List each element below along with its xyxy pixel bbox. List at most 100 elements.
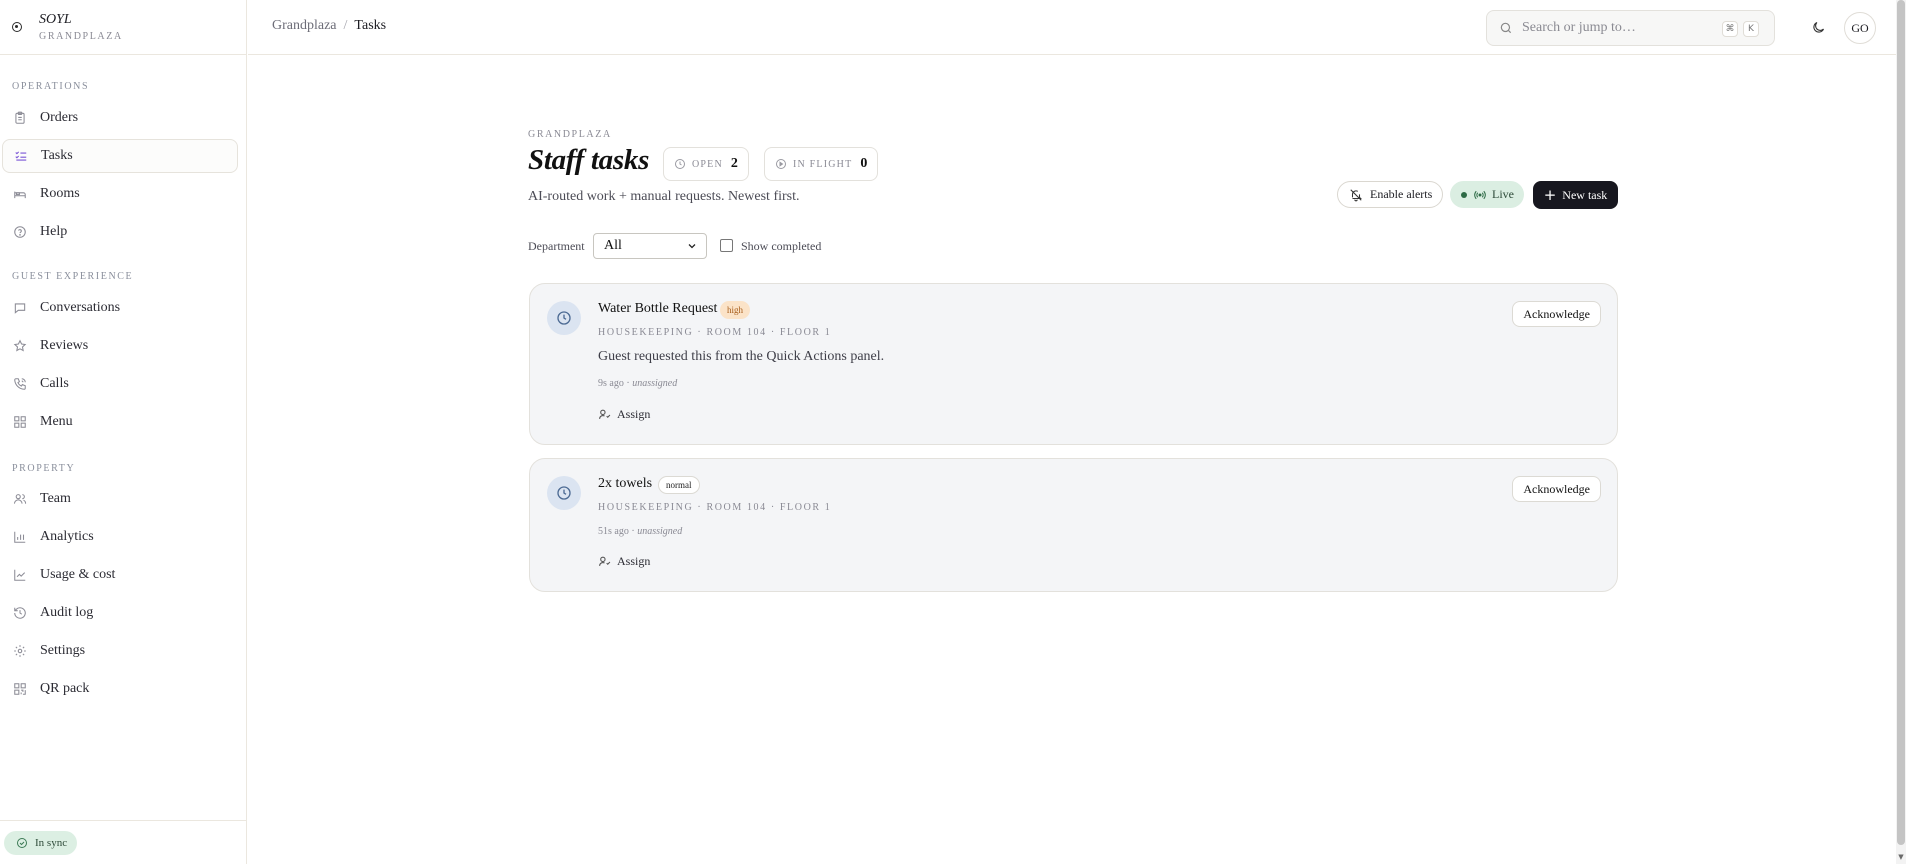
user-key-icon (598, 408, 611, 421)
phone-icon (12, 376, 28, 392)
gear-icon (12, 643, 28, 659)
breadcrumb-separator: / (343, 18, 348, 33)
chat-bubble-icon (12, 300, 28, 316)
moon-icon (1811, 20, 1826, 35)
task-assignee: unassigned (632, 378, 678, 389)
task-title: Water Bottle Request (598, 301, 718, 316)
new-task-button[interactable]: + New task (1533, 181, 1618, 209)
theme-toggle-button[interactable] (1807, 16, 1829, 38)
scroll-down-icon[interactable]: ▼ (1897, 852, 1905, 862)
sidebar-item-label: Analytics (40, 529, 94, 544)
clock-icon (547, 476, 581, 510)
department-filter-label: Department (528, 239, 585, 253)
user-key-icon (598, 555, 611, 568)
sidebar-item-qr-pack[interactable]: QR pack (2, 672, 238, 706)
sidebar-item-calls[interactable]: Calls (2, 367, 238, 401)
nav-section-property: PROPERTY (12, 463, 76, 474)
history-icon (12, 605, 28, 621)
sidebar-item-label: Team (40, 491, 71, 506)
enable-alerts-label: Enable alerts (1370, 187, 1433, 201)
live-dot (1461, 191, 1467, 198)
avatar[interactable]: GO (1844, 12, 1876, 44)
assign-label: Assign (617, 407, 651, 421)
property-name: GRANDPLAZA (39, 30, 123, 42)
clipboard-icon (12, 110, 28, 126)
qr-code-icon (12, 681, 28, 697)
help-circle-icon (12, 224, 28, 240)
sidebar-item-label: Reviews (40, 338, 89, 353)
shortcut-key-k: K (1743, 21, 1759, 37)
sidebar-footer: In sync (0, 820, 247, 864)
sidebar-item-label: Usage & cost (40, 567, 116, 582)
grid-icon (12, 414, 28, 430)
acknowledge-button[interactable]: Acknowledge (1512, 476, 1601, 502)
sidebar-item-usage-cost[interactable]: Usage & cost (2, 558, 238, 592)
chevron-down-icon (686, 240, 698, 252)
search-icon (1499, 21, 1514, 36)
show-completed-checkbox[interactable] (720, 239, 733, 252)
sidebar-item-conversations[interactable]: Conversations (2, 291, 238, 325)
sidebar-item-tasks[interactable]: Tasks (2, 139, 238, 173)
scrollbar[interactable]: ▼ (1896, 0, 1906, 864)
sidebar-item-menu[interactable]: Menu (2, 405, 238, 439)
logo-icon (12, 22, 22, 32)
sidebar-item-label: Orders (40, 110, 79, 125)
page-eyebrow: GRANDPLAZA (528, 129, 612, 140)
stat-value: 0 (860, 156, 868, 171)
task-age: 51s ago (598, 526, 629, 537)
play-circle-icon (775, 158, 787, 170)
enable-alerts-button[interactable]: Enable alerts (1337, 181, 1444, 208)
sidebar-item-analytics[interactable]: Analytics (2, 520, 238, 554)
sidebar-item-reviews[interactable]: Reviews (2, 329, 238, 363)
task-assignee: unassigned (637, 526, 683, 537)
clock-icon (674, 158, 686, 170)
stat-label: IN FLIGHT (793, 158, 853, 170)
scrollbar-thumb[interactable] (1897, 0, 1905, 845)
sidebar-item-label: Menu (40, 414, 73, 429)
sidebar-item-label: Rooms (40, 186, 80, 201)
sidebar-item-help[interactable]: Help (2, 215, 238, 249)
shortcut-key-cmd: ⌘ (1722, 21, 1738, 37)
sync-status-badge: In sync (4, 831, 78, 855)
stat-value: 2 (730, 156, 738, 171)
task-card[interactable]: Water Bottle Request high HOUSEKEEPING ·… (529, 283, 1618, 445)
sidebar-item-label: QR pack (40, 681, 90, 696)
search-box[interactable]: ⌘ K (1486, 10, 1775, 46)
sidebar-item-label: Tasks (41, 148, 73, 163)
check-circle-icon (16, 837, 28, 849)
brand-name: SOYL (39, 12, 72, 28)
sidebar-item-settings[interactable]: Settings (2, 634, 238, 668)
page-title: Staff tasks (528, 144, 650, 176)
sidebar-item-orders[interactable]: Orders (2, 101, 238, 135)
acknowledge-button[interactable]: Acknowledge (1512, 301, 1601, 327)
search-input[interactable] (1522, 20, 1722, 36)
task-description: Guest requested this from the Quick Acti… (598, 349, 885, 364)
plus-icon: + (1543, 185, 1557, 204)
stat-in-flight: IN FLIGHT 0 (764, 147, 879, 181)
show-completed-label[interactable]: Show completed (741, 239, 821, 254)
task-age: 9s ago (598, 378, 624, 389)
breadcrumb-property[interactable]: Grandplaza (272, 18, 337, 33)
task-meta: HOUSEKEEPING · ROOM 104 · FLOOR 1 (598, 327, 832, 338)
department-select[interactable]: All (593, 233, 707, 259)
assign-button[interactable]: Assign (598, 554, 650, 569)
sidebar-item-team[interactable]: Team (2, 482, 238, 516)
clock-icon (547, 301, 581, 335)
breadcrumb-current: Tasks (354, 18, 387, 33)
department-select-value: All (604, 238, 622, 253)
task-meta: HOUSEKEEPING · ROOM 104 · FLOOR 1 (598, 502, 832, 513)
sync-status-label: In sync (35, 837, 68, 849)
task-card[interactable]: 2x towels normal HOUSEKEEPING · ROOM 104… (529, 458, 1618, 592)
assign-button[interactable]: Assign (598, 407, 650, 422)
sidebar: SOYL GRANDPLAZA OPERATIONS Orders Tasks … (0, 0, 247, 864)
sidebar-item-label: Settings (40, 643, 86, 658)
radio-signal-icon (1474, 189, 1486, 201)
priority-badge: normal (658, 476, 700, 494)
sidebar-item-rooms[interactable]: Rooms (2, 177, 238, 211)
line-chart-icon (12, 567, 28, 583)
task-title: 2x towels (598, 476, 653, 491)
sidebar-item-audit-log[interactable]: Audit log (2, 596, 238, 630)
brand[interactable]: SOYL GRANDPLAZA (0, 0, 246, 55)
star-icon (12, 338, 28, 354)
task-timestamp: 51s ago · unassigned (598, 526, 683, 537)
